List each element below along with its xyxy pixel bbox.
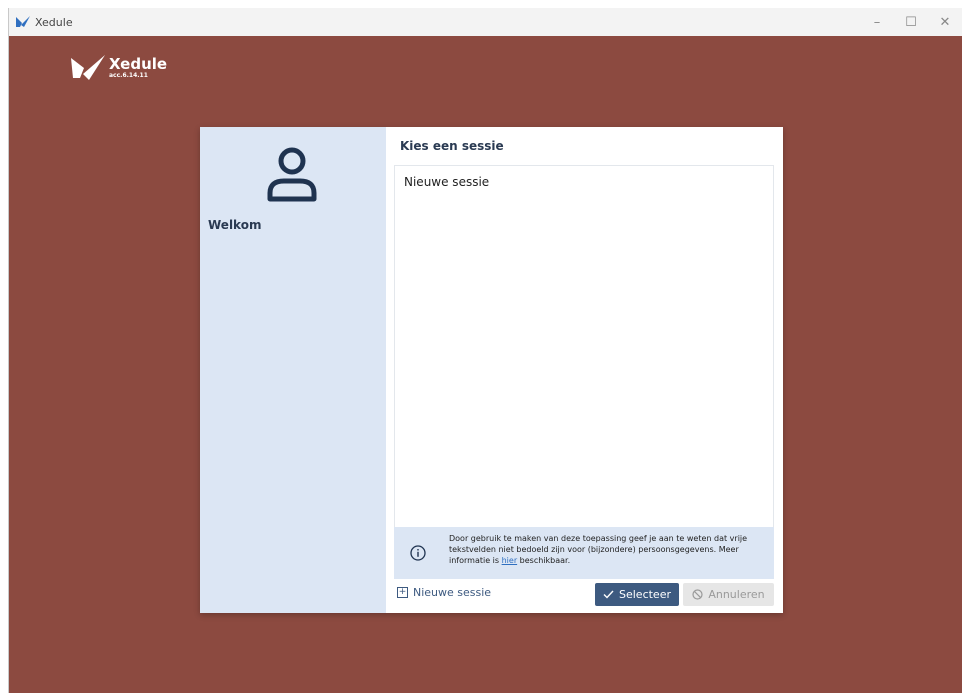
panel-title: Kies een sessie <box>400 139 504 153</box>
select-label: Selecteer <box>619 588 671 601</box>
cancel-button[interactable]: Annuleren <box>683 583 774 606</box>
welcome-panel: Welkom <box>200 127 386 613</box>
welcome-label: Welkom <box>208 218 262 232</box>
select-button[interactable]: Selecteer <box>595 583 679 606</box>
session-panel: Kies een sessie Nieuwe sessie Door gebru… <box>386 127 783 613</box>
plus-square-icon: + <box>397 587 408 598</box>
new-session-button[interactable]: + Nieuwe sessie <box>397 586 491 599</box>
close-button[interactable]: ✕ <box>928 8 962 36</box>
window-title: Xedule <box>35 15 73 29</box>
notice-text-before: Door gebruik te maken van deze toepassin… <box>449 534 748 565</box>
cancel-label: Annuleren <box>708 588 765 601</box>
session-dialog: Welkom Kies een sessie Nieuwe sessie Doo… <box>200 127 783 613</box>
more-info-link[interactable]: hier <box>502 556 518 565</box>
new-session-label: Nieuwe sessie <box>413 586 492 599</box>
app-window: Xedule – ☐ ✕ Xedule acc.6.14.11 Welkom K… <box>8 8 962 693</box>
maximize-button[interactable]: ☐ <box>894 8 928 36</box>
brand: Xedule acc.6.14.11 <box>71 54 167 82</box>
session-item[interactable]: Nieuwe sessie <box>404 175 489 189</box>
window-controls: – ☐ ✕ <box>860 8 962 36</box>
brand-name: Xedule <box>109 54 168 73</box>
check-icon <box>603 590 614 599</box>
session-list[interactable]: Nieuwe sessie <box>394 165 774 565</box>
info-icon <box>410 545 426 561</box>
privacy-notice-text: Door gebruik te maken van deze toepassin… <box>449 533 771 566</box>
minimize-button[interactable]: – <box>860 8 894 36</box>
title-bar[interactable]: Xedule – ☐ ✕ <box>9 8 962 36</box>
brand-version: acc.6.14.11 <box>109 71 148 79</box>
xedule-logo-icon <box>15 14 31 30</box>
xedule-logo-icon <box>71 54 105 82</box>
notice-text-after: beschikbaar. <box>517 556 571 565</box>
privacy-notice: Door gebruik te maken van deze toepassin… <box>394 527 774 579</box>
ban-icon <box>692 589 703 600</box>
user-icon <box>260 141 324 205</box>
